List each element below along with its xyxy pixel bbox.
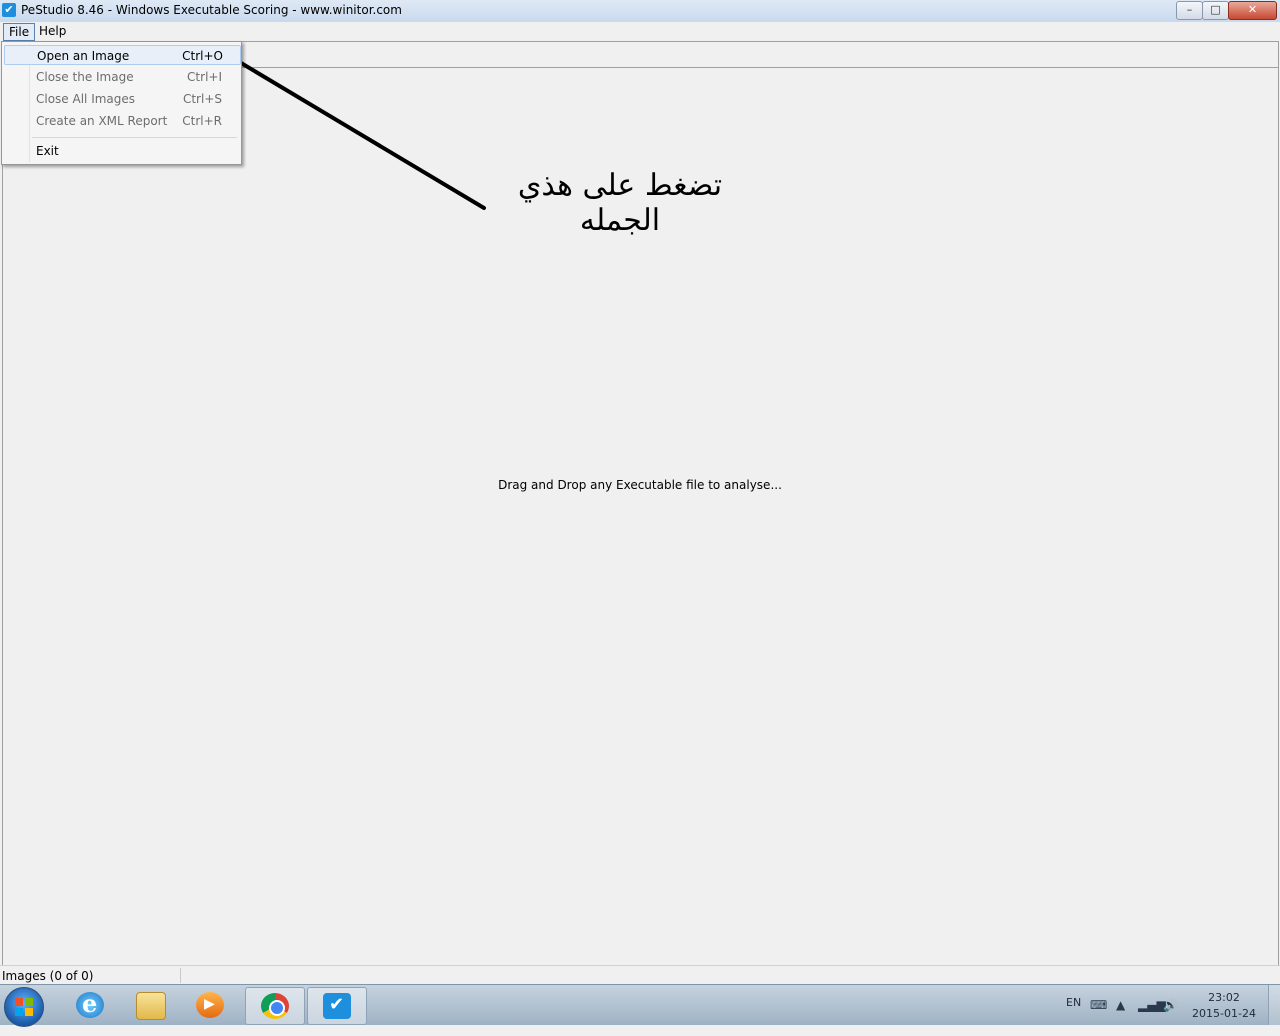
- show-desktop-button[interactable]: [1268, 985, 1280, 1025]
- menu-item-label: Create an XML Report: [36, 114, 168, 128]
- taskbar-media-player[interactable]: [181, 987, 239, 1023]
- network-signal-icon[interactable]: ▂▄▆: [1138, 998, 1166, 1012]
- windows-logo-icon: [15, 998, 33, 1016]
- media-player-icon: [196, 992, 224, 1018]
- file-menu-dropdown: Open an Image Ctrl+O Close the Image Ctr…: [1, 41, 242, 165]
- status-divider: [180, 968, 181, 983]
- menu-item-label: Open an Image: [37, 49, 130, 63]
- menu-item-shortcut: Ctrl+R: [182, 114, 222, 128]
- tray-expand-icon[interactable]: ▲: [1116, 998, 1125, 1012]
- keyboard-icon[interactable]: ⌨: [1090, 998, 1107, 1012]
- menu-item-close-image[interactable]: Close the Image Ctrl+I: [4, 67, 239, 87]
- menu-item-shortcut: Ctrl+S: [182, 92, 222, 106]
- menu-item-exit[interactable]: Exit: [4, 141, 239, 161]
- pestudio-icon: [323, 993, 351, 1019]
- menu-item-label: Exit: [36, 144, 59, 158]
- status-bar: Images (0 of 0): [0, 965, 1280, 985]
- taskbar-file-explorer[interactable]: [121, 987, 179, 1023]
- menu-item-open-image[interactable]: Open an Image Ctrl+O: [4, 45, 241, 65]
- taskbar-internet-explorer[interactable]: [61, 987, 119, 1023]
- menu-item-shortcut: Ctrl+O: [182, 49, 223, 63]
- taskbar-chrome[interactable]: [245, 987, 305, 1025]
- volume-icon[interactable]: 🔊: [1163, 998, 1178, 1012]
- menu-item-create-xml-report[interactable]: Create an XML Report Ctrl+R: [4, 111, 239, 131]
- menu-item-label: Close All Images: [36, 92, 136, 106]
- taskbar: EN ⌨ ▲ ▂▄▆ 🔊 23:02 2015-01-24: [0, 984, 1280, 1027]
- taskbar-pestudio[interactable]: [307, 987, 367, 1025]
- menu-item-label: Close the Image: [36, 70, 134, 84]
- clock[interactable]: 23:02 2015-01-24: [1190, 990, 1258, 1022]
- menu-separator: [32, 137, 237, 138]
- clock-date: 2015-01-24: [1192, 1007, 1256, 1020]
- file-explorer-icon: [136, 992, 166, 1020]
- annotation-text: تضغط على هذي الجمله: [517, 168, 723, 238]
- internet-explorer-icon: [76, 989, 104, 1018]
- menu-item-close-all-images[interactable]: Close All Images Ctrl+S: [4, 89, 239, 109]
- clock-time: 23:02: [1208, 991, 1240, 1004]
- chrome-icon: [261, 993, 289, 1019]
- language-indicator[interactable]: EN: [1066, 996, 1081, 1036]
- menu-item-shortcut: Ctrl+I: [187, 70, 222, 84]
- start-button[interactable]: [4, 987, 44, 1027]
- status-images-count: Images (0 of 0): [2, 969, 94, 983]
